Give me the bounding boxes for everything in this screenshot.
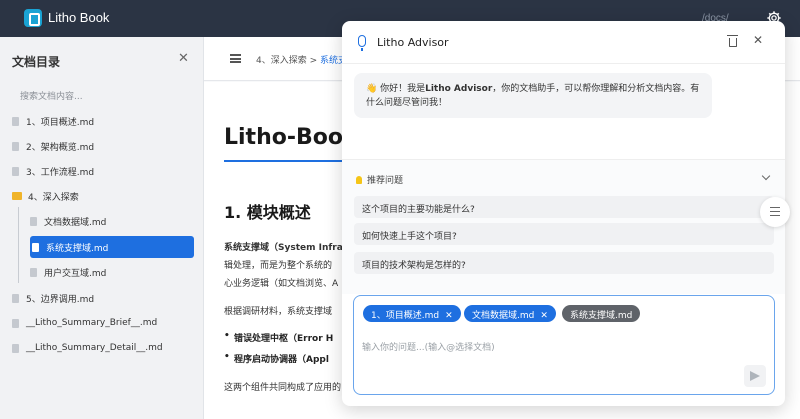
file-icon — [12, 166, 19, 176]
trash-icon[interactable] — [727, 35, 738, 47]
chat-input[interactable]: 输入你的问题...(输入@选择文档) — [362, 340, 495, 353]
app-brand[interactable]: Litho Book — [48, 10, 109, 25]
tree-guide-line — [18, 207, 19, 283]
search-input[interactable] — [10, 86, 194, 108]
sidebar-item-label: 3、工作流程.md — [26, 167, 95, 178]
message-prefix: 👋 你好！我是 — [366, 84, 426, 94]
sidebar-item-label: 2、架构概览.md — [26, 142, 95, 153]
sidebar-item-label: 用户交互域.md — [44, 268, 107, 279]
sidebar: 文档目录 ✕ 1、项目概述.md 2、架构概览.md 3、工作流程.md 4、深… — [0, 37, 204, 419]
chat-input-box[interactable]: 1、项目概述.md ✕ 文档数据域.md ✕ 系统支撑域.md 输入你的问题...(… — [353, 295, 775, 395]
title-underline — [224, 160, 344, 162]
sidebar-item-label: __Litho_Summary_Detail__.md — [26, 343, 163, 353]
file-icon — [30, 267, 37, 277]
file-icon — [30, 216, 37, 226]
file-icon — [12, 116, 19, 126]
breadcrumb: 4、深入探索 > 系统支 — [256, 53, 347, 66]
toc-toggle-button[interactable] — [760, 197, 790, 227]
file-icon — [12, 293, 19, 303]
doc-chip[interactable]: 1、项目概述.md ✕ — [363, 305, 461, 322]
suggestion-item[interactable]: 这个项目的主要功能是什么? — [354, 196, 774, 218]
sidebar-item[interactable]: 用户交互域.md — [30, 261, 194, 283]
doc-chip-current[interactable]: 系统支撑域.md — [562, 305, 641, 322]
microphone-icon — [358, 35, 366, 51]
sidebar-item[interactable]: __Litho_Summary_Brief__.md — [12, 312, 194, 334]
sidebar-item[interactable]: 文档数据域.md — [30, 210, 194, 232]
sidebar-item[interactable]: 5、边界调用.md — [12, 287, 194, 309]
sidebar-item[interactable]: __Litho_Summary_Detail__.md — [12, 337, 194, 359]
file-icon — [32, 242, 39, 252]
suggestion-item[interactable]: 如何快速上手这个项目? — [354, 223, 774, 245]
paragraph: 这两个组件共同构成了应用的 — [224, 383, 342, 393]
advisor-panel: Litho Advisor ✕ 👋 你好！我是Litho Advisor，你的文… — [342, 21, 785, 406]
sidebar-item-label: __Litho_Summary_Brief__.md — [26, 318, 158, 328]
advisor-header: Litho Advisor ✕ — [342, 21, 785, 64]
suggestions-section: 推荐问题 这个项目的主要功能是什么? 如何快速上手这个项目? 项目的技术架构是怎… — [342, 159, 785, 294]
chevron-down-icon[interactable] — [761, 171, 771, 181]
list-item: 错误处理中枢（Error H — [224, 331, 333, 344]
chip-label: 文档数据域.md — [472, 311, 535, 321]
doc-chip[interactable]: 文档数据域.md ✕ — [464, 305, 556, 322]
paragraph: 根据调研材料，系统支撑域 — [224, 307, 333, 317]
sidebar-item-label: 系统支撑域.md — [46, 243, 109, 254]
list-item: 程序启动协调器（Appl — [224, 352, 329, 365]
breadcrumb-parent[interactable]: 4、深入探索 > — [256, 56, 317, 66]
logo-icon — [24, 9, 42, 27]
paragraph-line: 心业务逻辑（如文档浏览、A — [224, 279, 339, 289]
sidebar-item[interactable]: 3、工作流程.md — [12, 160, 194, 182]
chip-label: 系统支撑域.md — [570, 311, 633, 321]
paragraph-bold-text: 系统支撑域（System Infra — [224, 243, 343, 253]
sidebar-title: 文档目录 — [12, 55, 61, 69]
file-icon — [12, 141, 19, 151]
sidebar-item-label: 文档数据域.md — [44, 217, 107, 228]
list-icon — [770, 207, 780, 216]
lightbulb-icon — [356, 176, 362, 184]
sidebar-item-label: 4、深入探索 — [28, 192, 79, 203]
sidebar-item[interactable]: 1、项目概述.md — [12, 110, 194, 132]
file-icon — [12, 318, 19, 328]
sidebar-item-label: 5、边界调用.md — [26, 294, 95, 305]
suggestions-title: 推荐问题 — [367, 176, 404, 186]
close-icon[interactable]: ✕ — [753, 33, 763, 47]
file-icon — [12, 343, 19, 353]
remove-chip-icon[interactable]: ✕ — [445, 311, 453, 321]
section-heading: 1. 模块概述 — [224, 203, 311, 222]
page-title: Litho-Book — [224, 125, 358, 150]
close-icon[interactable]: ✕ — [178, 51, 189, 66]
chip-label: 1、项目概述.md — [371, 311, 440, 321]
suggestion-item[interactable]: 项目的技术架构是怎样的? — [354, 252, 774, 274]
sidebar-item[interactable]: 2、架构概览.md — [12, 135, 194, 157]
paragraph-line: 辑处理，而是为整个系统的 — [224, 261, 333, 271]
sidebar-item-label: 1、项目概述.md — [26, 117, 95, 128]
sidebar-folder[interactable]: 4、深入探索 — [12, 185, 194, 207]
send-button[interactable] — [744, 365, 766, 387]
remove-chip-icon[interactable]: ✕ — [540, 311, 548, 321]
folder-icon — [12, 192, 22, 200]
advisor-title: Litho Advisor — [377, 36, 449, 49]
sidebar-item-active[interactable]: 系统支撑域.md — [30, 236, 194, 258]
message-name: Litho Advisor — [425, 84, 493, 94]
paragraph-bold: 系统支撑域（System Infra — [224, 240, 343, 253]
suggestions-header[interactable]: 推荐问题 — [356, 173, 403, 186]
assistant-message: 👋 你好！我是Litho Advisor，你的文档助手，可以帮你理解和分析文档内… — [354, 73, 712, 118]
menu-icon[interactable] — [230, 54, 241, 63]
